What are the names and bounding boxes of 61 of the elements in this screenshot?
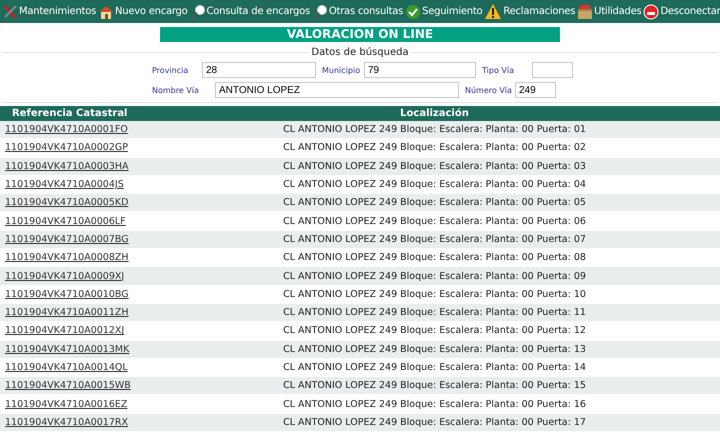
- table-cell-text: CL ANTONIO LOPEZ 249 Bloque: Escalera: Planta: 00 Puerta: 16: [282, 398, 587, 410]
- field-label: Número Vía: [465, 86, 513, 94]
- table-cell-text: CL ANTONIO LOPEZ 249 Bloque: Escalera: Planta: 00 Puerta: 09: [282, 270, 587, 282]
- reference-link[interactable]: 1101904VK4710A0008ZH: [0, 252, 141, 264]
- reference-link[interactable]: 1101904VK4710A0014QL: [0, 362, 141, 373]
- reference-link[interactable]: 1101904VK4710A0003HA: [0, 160, 141, 172]
- table-cell-text: CL ANTONIO LOPEZ 249 Bloque: Escalera: Planta: 00 Puerta: 13: [282, 344, 587, 355]
- reference-link[interactable]: 1101904VK4710A0009XJ: [0, 270, 141, 282]
- panel-legend: Datos de búsqueda: [308, 47, 412, 58]
- reference-link[interactable]: 1101904VK4710A0012XJ: [0, 325, 141, 336]
- warning-icon: [484, 3, 502, 20]
- table-cell-text: CL ANTONIO LOPEZ 249 Bloque: Escalera: Planta: 00 Puerta: 12: [282, 325, 587, 336]
- input-field[interactable]: ANTONIO LOPEZ: [215, 82, 459, 98]
- input-field[interactable]: 28: [202, 62, 316, 78]
- input-field[interactable]: [532, 62, 573, 78]
- reference-link[interactable]: 1101904VK4710A0013MK: [0, 344, 141, 355]
- field-label: Municipio: [322, 66, 362, 74]
- page-title: VALORACION ON LINE: [160, 27, 560, 42]
- reference-link[interactable]: 1101904VK4710A0007BG: [0, 234, 141, 245]
- table-cell-text: CL ANTONIO LOPEZ 249 Bloque: Escalera: Planta: 00 Puerta: 15: [282, 380, 587, 392]
- menu-item[interactable]: Mantenimientos: [2, 4, 96, 20]
- table-cell-text: CL ANTONIO LOPEZ 249 Bloque: Escalera: Planta: 00 Puerta: 10: [282, 288, 587, 300]
- reference-link[interactable]: 1101904VK4710A0004JS: [0, 179, 141, 190]
- search-icon: [190, 4, 206, 20]
- menu-item[interactable]: Reclamaciones: [484, 3, 576, 20]
- table-cell-text: CL ANTONIO LOPEZ 249 Bloque: Escalera: Planta: 00 Puerta: 11: [282, 307, 587, 318]
- menu-item[interactable]: Consulta de encargos: [190, 4, 310, 20]
- input-field[interactable]: 249: [515, 82, 556, 98]
- table-cell-text: CL ANTONIO LOPEZ 249 Bloque: Escalera: Planta: 00 Puerta: 17: [282, 416, 587, 428]
- table-cell-text: CL ANTONIO LOPEZ 249 Bloque: Escalera: Planta: 00 Puerta: 14: [282, 362, 587, 373]
- reference-link[interactable]: 1101904VK4710A0011ZH: [0, 307, 141, 318]
- table-cell-text: CL ANTONIO LOPEZ 249 Bloque: Escalera: Planta: 00 Puerta: 07: [282, 234, 587, 245]
- column-header: Localización: [399, 108, 470, 119]
- menu-item[interactable]: Nuevo encargo: [98, 4, 188, 20]
- reference-link[interactable]: 1101904VK4710A0015WB: [0, 380, 141, 392]
- box-icon: [577, 4, 594, 20]
- check-icon: [405, 4, 422, 20]
- field-label: Nombre Vía: [152, 86, 200, 94]
- search-icon: [312, 4, 328, 20]
- reference-link[interactable]: 1101904VK4710A0001FO: [0, 124, 141, 136]
- column-header: Referencia Catastral: [11, 108, 128, 119]
- menu-item[interactable]: Utilidades: [577, 4, 642, 20]
- table-cell-text: CL ANTONIO LOPEZ 249 Bloque: Escalera: Planta: 00 Puerta: 04: [282, 179, 587, 190]
- reference-link[interactable]: 1101904VK4710A0005KD: [0, 197, 141, 208]
- menu-item[interactable]: Seguimiento: [405, 4, 482, 20]
- table-cell-text: CL ANTONIO LOPEZ 249 Bloque: Escalera: Planta: 00 Puerta: 05: [282, 197, 587, 208]
- table-cell-text: CL ANTONIO LOPEZ 249 Bloque: Escalera: Planta: 00 Puerta: 06: [282, 216, 587, 227]
- reference-link[interactable]: 1101904VK4710A0002GP: [0, 142, 141, 154]
- table-cell-text: CL ANTONIO LOPEZ 249 Bloque: Escalera: Planta: 00 Puerta: 03: [282, 160, 587, 172]
- field-label: Tipo Vía: [482, 66, 515, 74]
- menu-item[interactable]: Otras consultas: [312, 4, 404, 20]
- field-label: Provincia: [152, 66, 190, 74]
- table-cell-text: CL ANTONIO LOPEZ 249 Bloque: Escalera: Planta: 00 Puerta: 01: [282, 124, 587, 136]
- house-icon: [98, 4, 114, 20]
- reference-link[interactable]: 1101904VK4710A0017RX: [0, 416, 141, 428]
- input-field[interactable]: 79: [364, 62, 476, 78]
- table-cell-text: CL ANTONIO LOPEZ 249 Bloque: Escalera: Planta: 00 Puerta: 02: [282, 142, 587, 154]
- reference-link[interactable]: 1101904VK4710A0016EZ: [0, 398, 141, 410]
- table-cell-text: CL ANTONIO LOPEZ 249 Bloque: Escalera: Planta: 00 Puerta: 08: [282, 252, 587, 264]
- reference-link[interactable]: 1101904VK4710A0006LF: [0, 216, 141, 227]
- reference-link[interactable]: 1101904VK4710A0010BG: [0, 288, 141, 300]
